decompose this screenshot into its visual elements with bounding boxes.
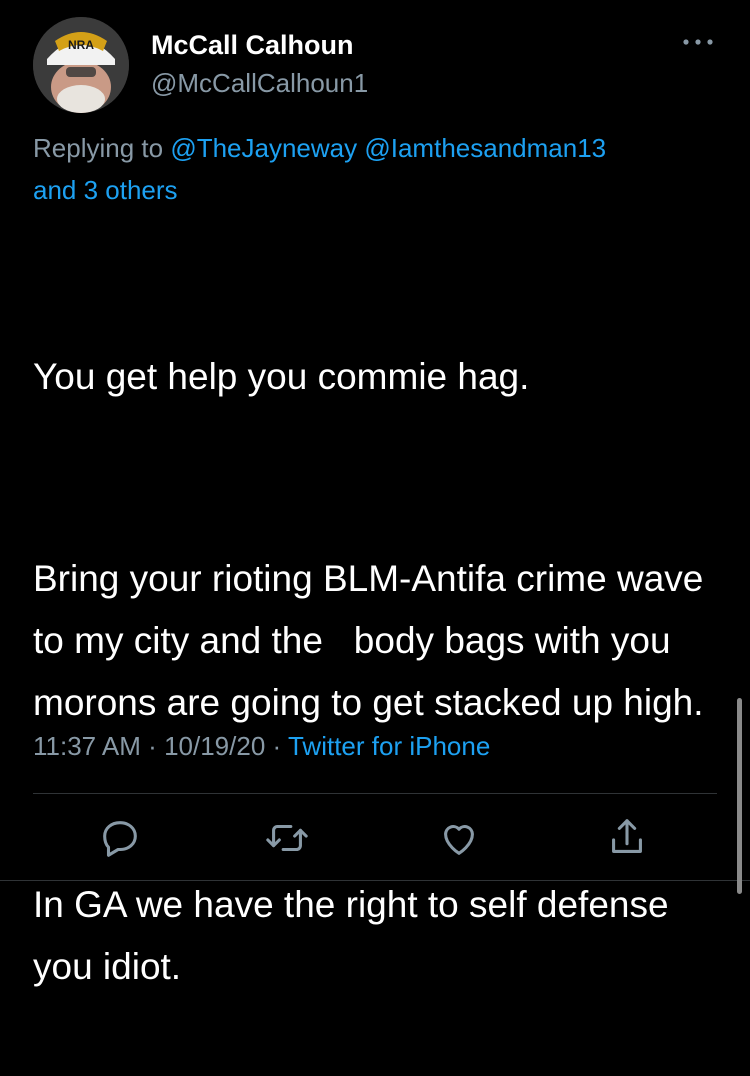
mention-link[interactable]: @Iamthesandman13 bbox=[364, 133, 606, 163]
scrollbar[interactable] bbox=[737, 698, 742, 894]
like-button[interactable] bbox=[436, 815, 482, 861]
share-icon bbox=[612, 819, 642, 853]
meta-separator: · bbox=[272, 731, 282, 761]
avatar-image: NRA bbox=[33, 17, 129, 113]
replying-prefix: Replying to bbox=[33, 133, 164, 163]
meta-separator: · bbox=[148, 731, 157, 761]
retweet-button[interactable] bbox=[264, 815, 310, 861]
more-options-icon[interactable] bbox=[678, 30, 718, 54]
share-button[interactable] bbox=[604, 815, 650, 861]
reply-icon bbox=[103, 821, 137, 857]
tweet-time: 11:37 AM bbox=[33, 731, 141, 761]
tweet-text: You get help you commie hag. Bring your … bbox=[33, 222, 723, 1076]
reply-button[interactable] bbox=[97, 815, 143, 861]
tweet-meta: 11:37 AM · 10/19/20 · Twitter for iPhone bbox=[33, 731, 490, 762]
tweet-paragraph: Bring your rioting BLM-Antifa crime wave… bbox=[33, 558, 714, 723]
avatar[interactable]: NRA bbox=[33, 17, 129, 113]
tweet-paragraph: You get help you commie hag. bbox=[33, 356, 530, 397]
others-link[interactable]: and 3 others bbox=[33, 175, 178, 205]
divider bbox=[0, 880, 750, 881]
avatar-badge-text: NRA bbox=[68, 38, 94, 52]
tweet-source-link[interactable]: Twitter for iPhone bbox=[288, 731, 490, 761]
author-handle[interactable]: @McCallCalhoun1 bbox=[151, 68, 368, 99]
divider bbox=[33, 793, 717, 794]
replying-to: Replying to @TheJayneway @Iamthesandman1… bbox=[33, 127, 723, 211]
tweet-paragraph: In GA we have the right to self defense … bbox=[33, 884, 679, 987]
tweet-date: 10/19/20 bbox=[164, 731, 266, 761]
like-icon bbox=[444, 825, 474, 855]
mention-link[interactable]: @TheJayneway bbox=[170, 133, 357, 163]
author-name[interactable]: McCall Calhoun bbox=[151, 30, 354, 61]
retweet-icon bbox=[266, 824, 308, 852]
